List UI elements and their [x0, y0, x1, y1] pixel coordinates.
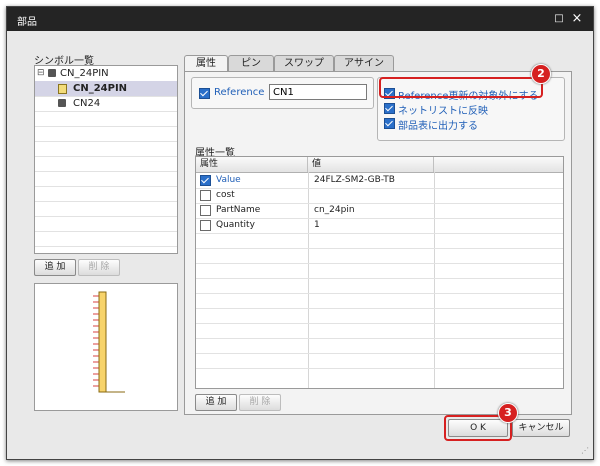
restore-icon[interactable]: □ [553, 13, 565, 25]
tree-item-label: CN_24PIN [60, 68, 109, 79]
grid-empty-row [196, 248, 563, 264]
grid-empty-row [196, 233, 563, 249]
table-row[interactable]: cost [196, 188, 563, 204]
resize-grip-icon[interactable]: ⋰ [581, 446, 589, 455]
attribute-grid[interactable]: 属性 値 Value 24FLZ-SM2-GB-TB cost PartName… [195, 156, 564, 389]
attribute-name: PartName [216, 205, 261, 215]
tree-item-selected[interactable]: CN_24PIN [35, 81, 177, 97]
tree-item-label: CN24 [73, 98, 101, 109]
grid-empty-row [196, 293, 563, 309]
part-dialog: 部品 □ × シンボル一覧 ⊟ CN_24PIN CN_24PIN CN24 追… [6, 6, 594, 460]
reference-group: Reference [191, 77, 374, 109]
output-bom-checkbox[interactable] [384, 118, 395, 129]
attribute-delete-button[interactable]: 削 除 [239, 394, 281, 411]
reference-label: Reference [214, 87, 265, 98]
tree-empty-row [35, 171, 177, 187]
tree-empty-row [35, 201, 177, 217]
attribute-value[interactable]: 24FLZ-SM2-GB-TB [310, 173, 395, 188]
symbol-preview-graphic [93, 291, 125, 393]
tree-empty-row [35, 186, 177, 202]
tree-empty-row [35, 141, 177, 157]
title-bar: 部品 □ × [7, 7, 593, 31]
highlight-exclude-reference [379, 77, 543, 98]
part-icon [58, 84, 67, 94]
table-row[interactable]: Quantity 1 [196, 218, 563, 234]
close-icon[interactable]: × [571, 12, 583, 25]
window-title: 部品 [17, 17, 37, 28]
reflect-netlist-checkbox[interactable] [384, 103, 395, 114]
symbol-tree[interactable]: ⊟ CN_24PIN CN_24PIN CN24 [34, 65, 178, 254]
tree-empty-row [35, 126, 177, 142]
grid-empty-row [196, 263, 563, 279]
cancel-button[interactable]: キャンセル [512, 419, 570, 437]
step-marker-2: 2 [531, 64, 551, 84]
symbol-delete-button[interactable]: 削 除 [78, 259, 120, 276]
table-row[interactable]: PartName cn_24pin [196, 203, 563, 219]
attribute-name: cost [216, 190, 235, 200]
tree-empty-row [35, 216, 177, 232]
grid-empty-row [196, 308, 563, 324]
attribute-checkbox[interactable] [200, 190, 211, 201]
output-bom-label: 部品表に出力する [398, 121, 478, 132]
tree-empty-row [35, 231, 177, 247]
grid-header: 属性 値 [196, 157, 563, 173]
symbol-preview [34, 283, 178, 411]
table-row[interactable]: Value 24FLZ-SM2-GB-TB [196, 173, 563, 189]
attribute-value[interactable]: cn_24pin [310, 203, 355, 218]
reference-checkbox[interactable] [199, 88, 210, 99]
tab-pins[interactable]: ピン [228, 55, 274, 72]
attribute-value[interactable] [310, 188, 314, 203]
grid-empty-row [196, 323, 563, 339]
attribute-name: Value [216, 175, 241, 185]
tree-item[interactable]: CN24 [35, 96, 177, 112]
attributes-panel: Reference Reference更新の対象外にする ネットリストに反映 部… [184, 71, 572, 415]
symbol-add-button[interactable]: 追 加 [34, 259, 76, 276]
attribute-name: Quantity [216, 220, 255, 230]
attribute-add-button[interactable]: 追 加 [195, 394, 237, 411]
attribute-value[interactable]: 1 [310, 218, 320, 233]
component-icon [48, 69, 56, 77]
tree-empty-row [35, 111, 177, 127]
attribute-checkbox[interactable] [200, 220, 211, 231]
step-marker-3: 3 [498, 403, 518, 423]
grid-empty-row [196, 278, 563, 294]
tree-item-root[interactable]: ⊟ CN_24PIN [35, 66, 177, 82]
attribute-checkbox[interactable] [200, 175, 211, 186]
reference-input[interactable] [269, 84, 367, 100]
tree-empty-row [35, 156, 177, 172]
attribute-checkbox[interactable] [200, 205, 211, 216]
column-header-attribute[interactable]: 属性 [196, 157, 308, 172]
reflect-netlist-label: ネットリストに反映 [398, 106, 488, 117]
grid-empty-row [196, 338, 563, 354]
tab-swap[interactable]: スワップ [274, 55, 334, 72]
component-icon [58, 99, 66, 107]
tree-item-label: CN_24PIN [73, 83, 128, 94]
column-header-value[interactable]: 値 [308, 157, 434, 172]
grid-empty-row [196, 353, 563, 369]
tab-assign[interactable]: アサイン [334, 55, 394, 72]
collapse-icon[interactable]: ⊟ [37, 68, 45, 78]
